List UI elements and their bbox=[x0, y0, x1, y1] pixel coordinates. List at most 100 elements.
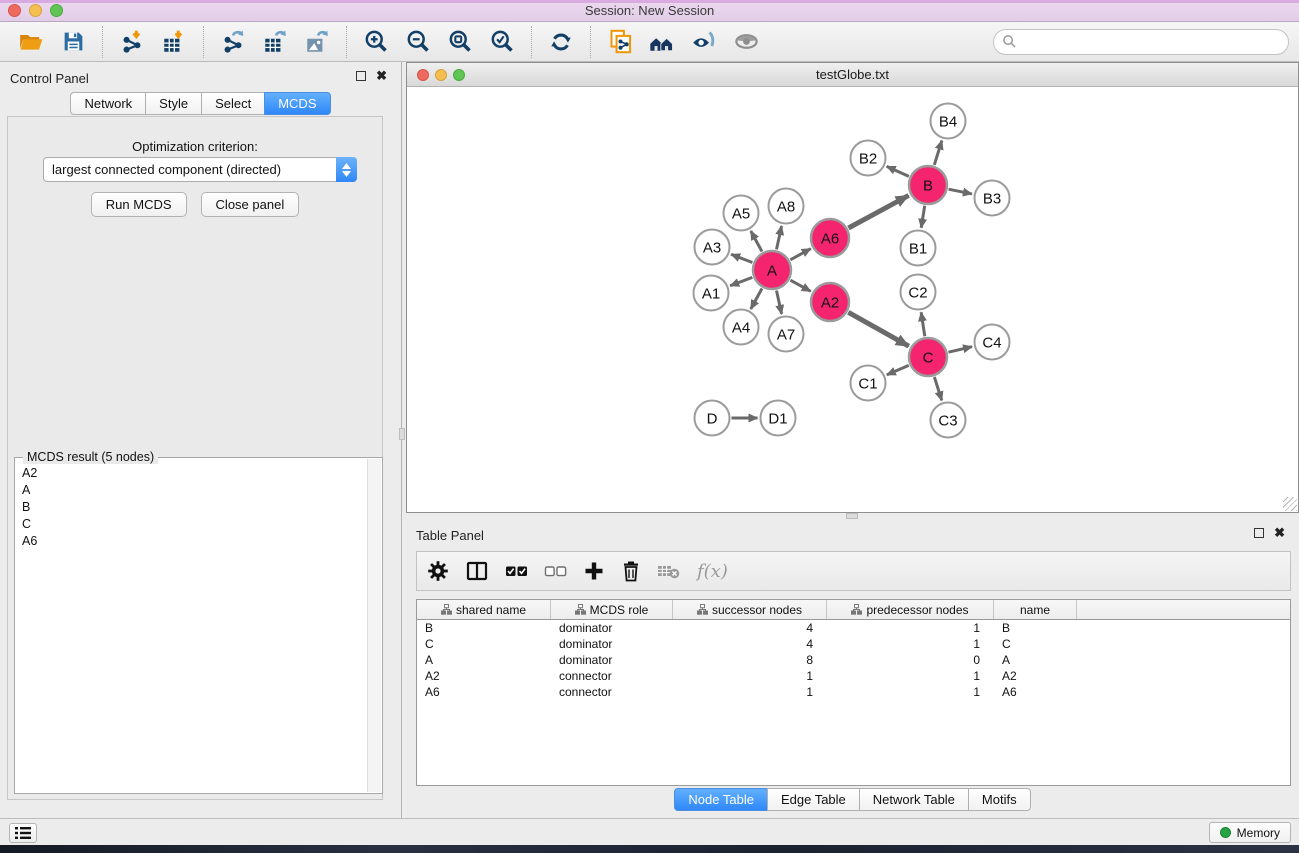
node-B4[interactable]: B4 bbox=[931, 104, 966, 139]
column-header-successor-nodes[interactable]: successor nodes bbox=[673, 600, 827, 619]
float-panel-icon[interactable] bbox=[356, 71, 366, 81]
task-history-button[interactable] bbox=[9, 823, 37, 843]
cell-predecessor-nodes[interactable]: 1 bbox=[827, 668, 994, 684]
network-window-titlebar[interactable]: testGlobe.txt bbox=[407, 63, 1298, 87]
hide-selected-button[interactable] bbox=[687, 25, 721, 59]
cell-shared-name[interactable]: B bbox=[417, 620, 551, 636]
delete-table-button[interactable] bbox=[657, 560, 681, 582]
column-header-shared-name[interactable]: shared name bbox=[417, 600, 551, 619]
export-table-button[interactable] bbox=[258, 25, 292, 59]
cell-MCDS-role[interactable]: dominator bbox=[551, 652, 673, 668]
mcds-result-item[interactable]: C bbox=[16, 515, 367, 532]
cell-predecessor-nodes[interactable]: 1 bbox=[827, 636, 994, 652]
edge-A-A1[interactable] bbox=[730, 277, 752, 285]
edge-A-A5[interactable] bbox=[751, 231, 762, 252]
mcds-result-item[interactable]: B bbox=[16, 498, 367, 515]
criterion-dropdown[interactable]: largest connected component (directed) bbox=[43, 157, 357, 182]
edge-A-A7[interactable] bbox=[776, 291, 781, 314]
edge-C-C4[interactable] bbox=[948, 347, 972, 353]
table-row[interactable]: A2connector11A2 bbox=[417, 668, 1290, 684]
node-B[interactable]: B bbox=[909, 166, 947, 204]
table-row[interactable]: Cdominator41C bbox=[417, 636, 1290, 652]
network-canvas[interactable]: B4B2BB3A5A8A6A3B1AA1C2A2A4A7C4CC1C3DD1 bbox=[407, 87, 1298, 512]
node-A[interactable]: A bbox=[753, 251, 791, 289]
cell-predecessor-nodes[interactable]: 1 bbox=[827, 684, 994, 700]
select-all-button[interactable] bbox=[505, 560, 528, 582]
edge-B-B3[interactable] bbox=[949, 189, 972, 194]
table-row[interactable]: Bdominator41B bbox=[417, 620, 1290, 636]
cell-successor-nodes[interactable]: 4 bbox=[673, 636, 827, 652]
node-A3[interactable]: A3 bbox=[695, 230, 730, 265]
cell-name[interactable]: B bbox=[994, 620, 1077, 636]
cell-name[interactable]: C bbox=[994, 636, 1077, 652]
float-table-panel-icon[interactable] bbox=[1254, 528, 1264, 538]
cell-MCDS-role[interactable]: connector bbox=[551, 668, 673, 684]
cell-successor-nodes[interactable]: 1 bbox=[673, 668, 827, 684]
cell-predecessor-nodes[interactable]: 0 bbox=[827, 652, 994, 668]
node-D[interactable]: D bbox=[695, 401, 730, 436]
mcds-result-item[interactable]: A2 bbox=[16, 464, 367, 481]
cell-successor-nodes[interactable]: 4 bbox=[673, 620, 827, 636]
node-A8[interactable]: A8 bbox=[769, 189, 804, 224]
mcds-result-item[interactable]: A bbox=[16, 481, 367, 498]
node-C4[interactable]: C4 bbox=[975, 325, 1010, 360]
cell-name[interactable]: A6 bbox=[994, 684, 1077, 700]
node-A6[interactable]: A6 bbox=[811, 219, 849, 257]
cell-MCDS-role[interactable]: dominator bbox=[551, 636, 673, 652]
edge-B-B4[interactable] bbox=[934, 141, 942, 165]
clone-network-button[interactable] bbox=[603, 25, 637, 59]
table-row[interactable]: Adominator80A bbox=[417, 652, 1290, 668]
import-table-button[interactable] bbox=[157, 25, 191, 59]
cell-MCDS-role[interactable]: dominator bbox=[551, 620, 673, 636]
tab-mcds[interactable]: MCDS bbox=[264, 92, 330, 115]
edge-A-A4[interactable] bbox=[751, 288, 762, 309]
export-network-button[interactable] bbox=[216, 25, 250, 59]
zoom-in-button[interactable] bbox=[359, 25, 393, 59]
node-A1[interactable]: A1 bbox=[694, 276, 729, 311]
cell-shared-name[interactable]: A bbox=[417, 652, 551, 668]
window-resize-grip[interactable] bbox=[1283, 497, 1297, 511]
tab-motifs[interactable]: Motifs bbox=[968, 788, 1031, 811]
close-table-panel-icon[interactable]: ✖ bbox=[1274, 528, 1285, 538]
edge-A-A8[interactable] bbox=[776, 226, 781, 249]
node-C1[interactable]: C1 bbox=[851, 366, 886, 401]
edge-C-C2[interactable] bbox=[921, 312, 925, 336]
add-column-button[interactable] bbox=[583, 560, 605, 582]
refresh-button[interactable] bbox=[544, 25, 578, 59]
run-mcds-button[interactable]: Run MCDS bbox=[91, 192, 187, 217]
edge-B-B1[interactable] bbox=[921, 206, 924, 228]
node-A2[interactable]: A2 bbox=[811, 283, 849, 321]
table-settings-button[interactable] bbox=[427, 560, 449, 582]
node-C2[interactable]: C2 bbox=[901, 275, 936, 310]
edge-A2-C[interactable] bbox=[848, 312, 909, 346]
node-B2[interactable]: B2 bbox=[851, 141, 886, 176]
import-network-button[interactable] bbox=[115, 25, 149, 59]
edge-A-A3[interactable] bbox=[731, 254, 752, 262]
node-A5[interactable]: A5 bbox=[724, 196, 759, 231]
tab-network[interactable]: Network bbox=[70, 92, 146, 115]
edge-C-C3[interactable] bbox=[934, 377, 941, 400]
edge-C-C1[interactable] bbox=[887, 365, 909, 374]
first-neighbors-button[interactable] bbox=[645, 25, 679, 59]
cell-shared-name[interactable]: A2 bbox=[417, 668, 551, 684]
close-panel-icon[interactable]: ✖ bbox=[376, 71, 387, 81]
cell-name[interactable]: A2 bbox=[994, 668, 1077, 684]
node-A7[interactable]: A7 bbox=[769, 317, 804, 352]
node-A4[interactable]: A4 bbox=[724, 310, 759, 345]
result-scrollbar[interactable] bbox=[367, 459, 381, 792]
tab-edge-table[interactable]: Edge Table bbox=[767, 788, 860, 811]
column-header-name[interactable]: name bbox=[994, 600, 1077, 619]
edge-A6-B[interactable] bbox=[848, 195, 908, 228]
cell-successor-nodes[interactable]: 1 bbox=[673, 684, 827, 700]
node-B1[interactable]: B1 bbox=[901, 231, 936, 266]
delete-column-button[interactable] bbox=[621, 560, 641, 582]
node-D1[interactable]: D1 bbox=[761, 401, 796, 436]
edge-A-A6[interactable] bbox=[790, 249, 810, 260]
mcds-result-item[interactable]: A6 bbox=[16, 532, 367, 549]
cell-shared-name[interactable]: C bbox=[417, 636, 551, 652]
vertical-splitter-grip[interactable] bbox=[399, 428, 405, 440]
search-input[interactable] bbox=[1017, 34, 1280, 49]
deselect-all-button[interactable] bbox=[544, 560, 567, 582]
tab-select[interactable]: Select bbox=[201, 92, 265, 115]
export-image-button[interactable] bbox=[300, 25, 334, 59]
